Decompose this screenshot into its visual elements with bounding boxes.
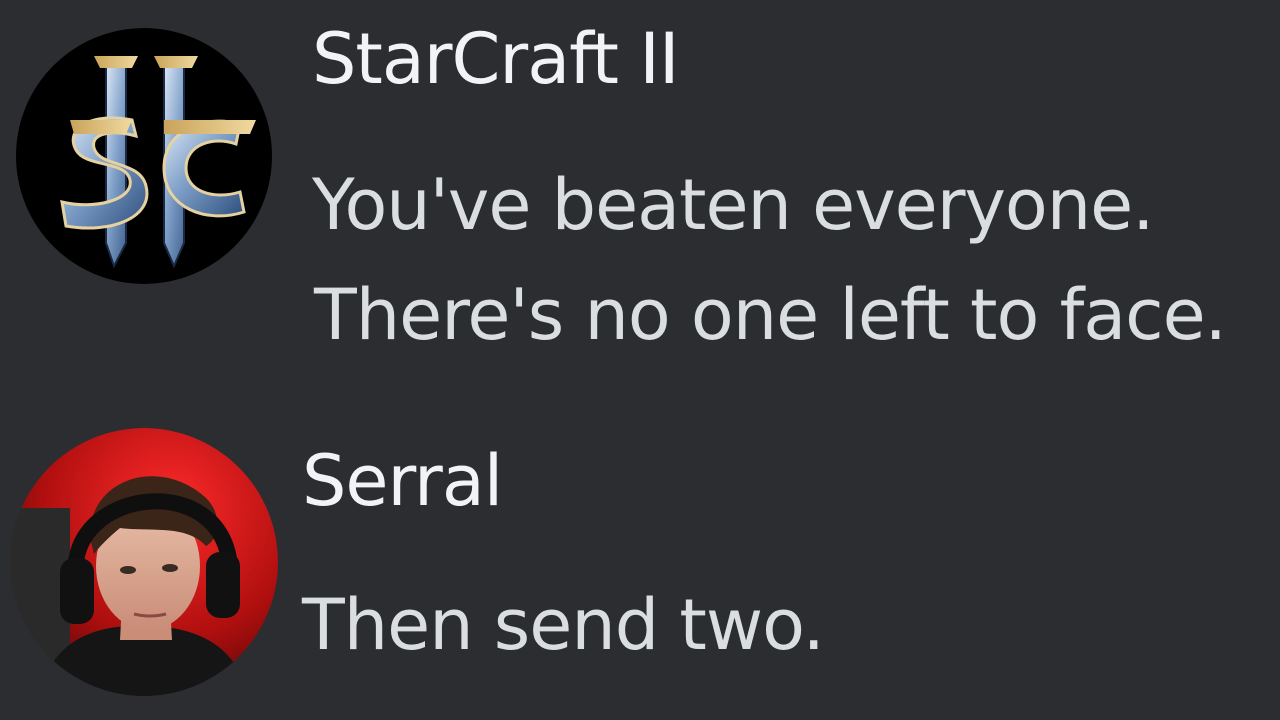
message-text-line: There's no one left to face. xyxy=(314,274,1227,356)
chat-message: Serral Then send two. xyxy=(0,420,1280,720)
message-author[interactable]: Serral xyxy=(302,446,503,516)
chat-log: StarCraft II You've beaten everyone. The… xyxy=(0,0,1280,720)
user-photo-avatar[interactable] xyxy=(10,428,278,696)
message-text-line: Then send two. xyxy=(302,584,825,666)
message-author[interactable]: StarCraft II xyxy=(312,24,680,94)
starcraft-logo-icon[interactable] xyxy=(14,28,274,284)
message-text-line: You've beaten everyone. xyxy=(312,164,1154,246)
chat-message: StarCraft II You've beaten everyone. The… xyxy=(0,0,1280,400)
